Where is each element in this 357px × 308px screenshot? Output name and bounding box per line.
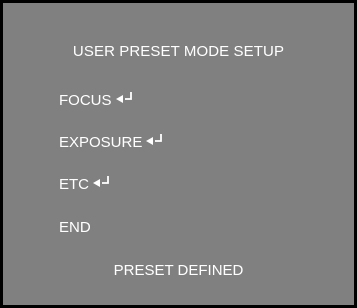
menu-item-end[interactable]: END	[59, 217, 91, 237]
enter-icon	[115, 91, 133, 107]
menu-item-etc[interactable]: ETC	[59, 174, 110, 194]
status-message: PRESET DEFINED	[113, 262, 244, 279]
enter-icon	[146, 133, 163, 149]
menu-item-exposure[interactable]: EXPOSURE	[59, 132, 163, 152]
menu-item-label: ETC	[59, 175, 89, 193]
menu-item-label: FOCUS	[59, 91, 112, 109]
enter-icon	[93, 175, 110, 191]
osd-menu-screen: USER PRESET MODE SETUP FOCUS EXPOSURE ET…	[0, 0, 357, 308]
menu-item-label: EXPOSURE	[59, 133, 143, 151]
menu-item-label: END	[59, 218, 91, 236]
menu-title: USER PRESET MODE SETUP	[72, 43, 285, 60]
menu-item-focus[interactable]: FOCUS	[59, 90, 133, 110]
